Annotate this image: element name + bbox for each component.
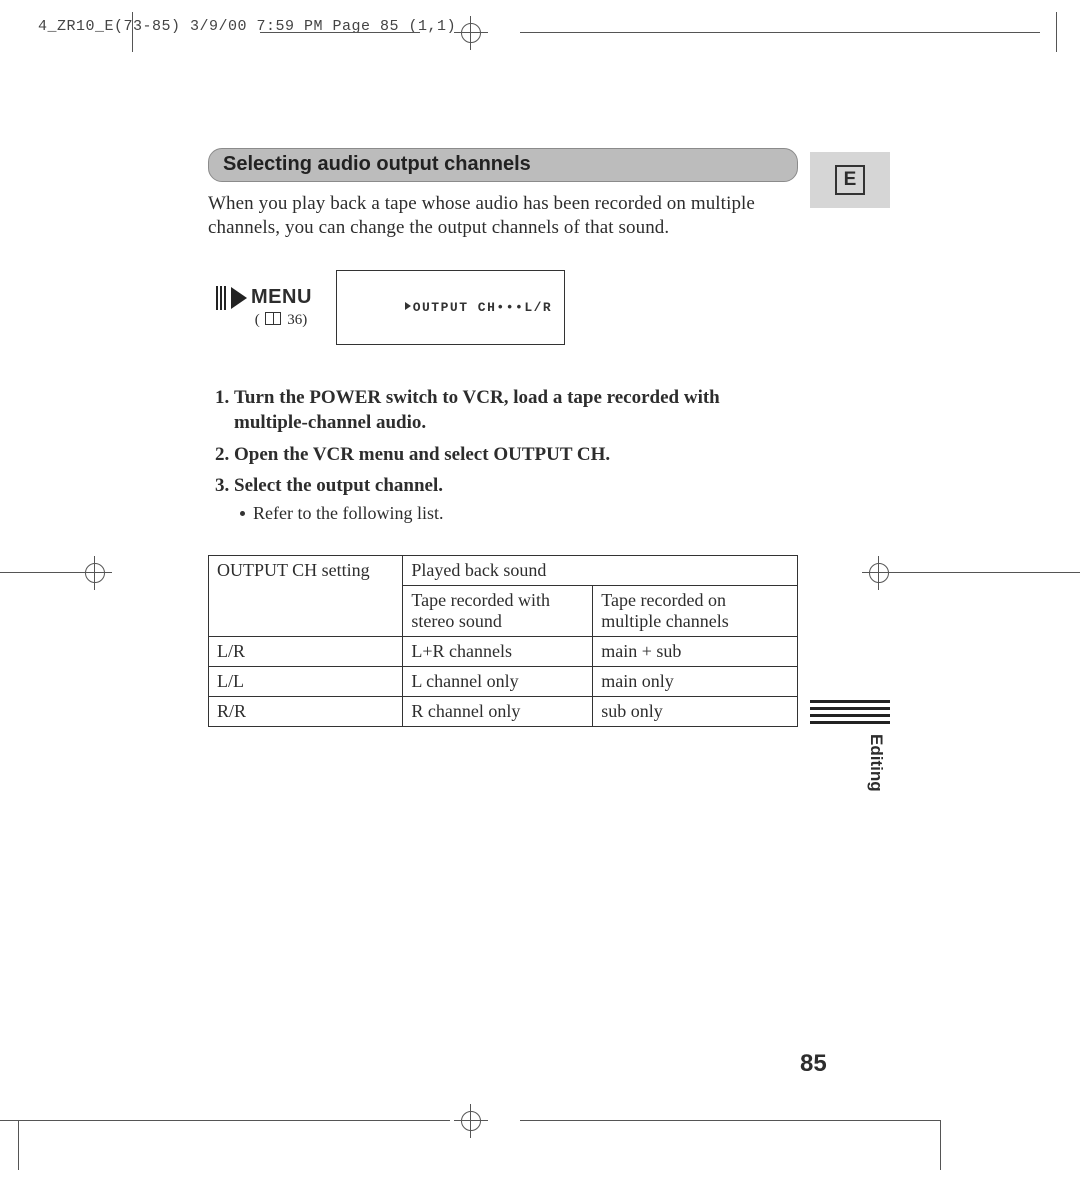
play-triangle-icon: [231, 287, 247, 309]
crop-mark: [520, 32, 1040, 33]
output-channel-table: OUTPUT CH setting Played back sound Tape…: [208, 555, 798, 727]
crop-mark: [520, 1120, 940, 1121]
crop-mark: [940, 1120, 941, 1170]
crop-mark: [0, 572, 78, 573]
language-letter: E: [835, 165, 865, 195]
crop-mark: [132, 12, 133, 52]
table-row: L/L L channel only main only: [209, 667, 798, 697]
registration-mark-icon: [862, 556, 896, 590]
menu-page-ref: ( 36): [255, 312, 308, 329]
lcd-text: OUTPUT CH•••L/R: [413, 300, 553, 315]
section-heading: Selecting audio output channels: [208, 148, 798, 182]
page-content: Selecting audio output channels When you…: [208, 148, 798, 727]
steps-list: Turn the POWER switch to VCR, load a tap…: [208, 385, 798, 526]
menu-stripes-icon: [216, 286, 227, 310]
page-number: 85: [800, 1050, 827, 1078]
menu-reference-block: MENU ( 36) OUTPUT CH•••L/R: [216, 270, 798, 345]
tab-stripes-icon: [810, 700, 890, 728]
step-item: Open the VCR menu and select OUTPUT CH.: [234, 442, 798, 468]
step-item: Select the output channel. Refer to the …: [234, 473, 798, 525]
crop-mark: [18, 1120, 19, 1170]
step-subtext: Refer to the following list.: [240, 501, 798, 525]
crop-mark: [60, 1120, 450, 1121]
registration-mark-icon: [454, 16, 488, 50]
language-badge: E: [810, 152, 890, 208]
section-tab: Editing: [810, 700, 890, 792]
lcd-display: OUTPUT CH•••L/R: [336, 270, 565, 345]
book-icon: [265, 312, 281, 325]
menu-label: MENU: [251, 286, 312, 309]
registration-mark-icon: [78, 556, 112, 590]
table-row: R/R R channel only sub only: [209, 697, 798, 727]
crop-mark: [0, 1120, 60, 1121]
registration-mark-icon: [454, 1104, 488, 1138]
table-header-played: Played back sound: [403, 556, 798, 586]
table-row: L/R L+R channels main + sub: [209, 637, 798, 667]
crop-mark: [1056, 12, 1057, 52]
lcd-triangle-icon: [405, 302, 411, 310]
intro-text: When you play back a tape whose audio ha…: [208, 192, 798, 240]
menu-icon-group: MENU ( 36): [216, 286, 312, 329]
bullet-icon: [240, 511, 245, 516]
table-header-multi: Tape recorded on multiple channels: [593, 586, 798, 637]
step-item: Turn the POWER switch to VCR, load a tap…: [234, 385, 798, 436]
tab-label: Editing: [866, 734, 886, 792]
table-header-setting: OUTPUT CH setting: [209, 556, 403, 637]
table-header-stereo: Tape recorded with stereo sound: [403, 586, 593, 637]
crop-mark: [896, 572, 1080, 573]
crop-mark: [260, 32, 420, 33]
